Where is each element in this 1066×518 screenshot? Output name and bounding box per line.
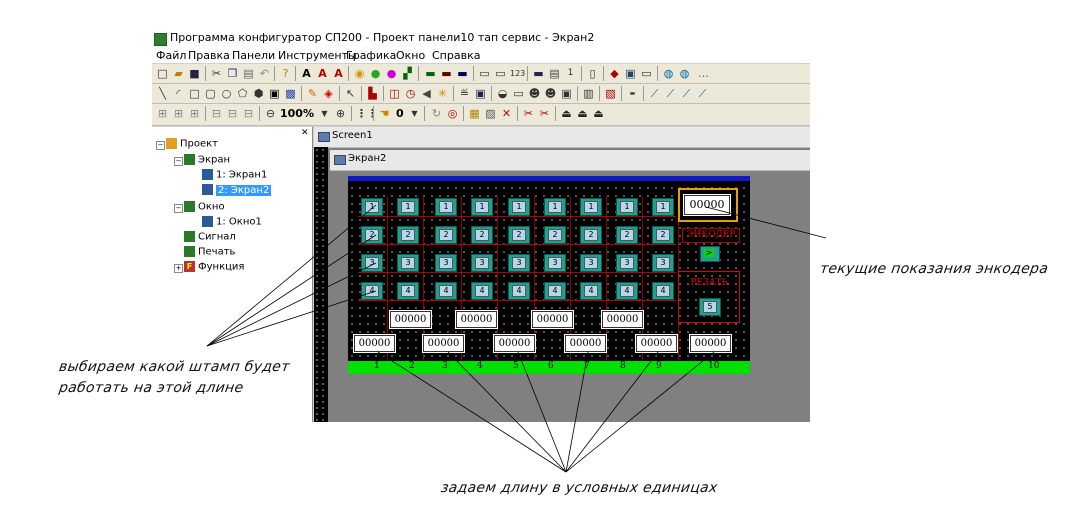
- length-pointer-line: [565, 351, 589, 473]
- length-pointer-line: [447, 351, 567, 473]
- stamp-pointer-line: [206, 234, 377, 347]
- encoder-note: текущие показания энкодера: [818, 261, 1050, 277]
- stamp-note-line1: выбираем какой штамп будет: [57, 359, 291, 375]
- stamp-pointer-line: [206, 290, 377, 347]
- length-pointer-line: [565, 351, 715, 473]
- encoder-pointer-line: [705, 206, 827, 239]
- stamp-note-line2: работать на этой длине: [57, 380, 245, 396]
- length-pointer-line: [377, 351, 567, 473]
- length-note: задаем длину в условных единицах: [439, 480, 719, 496]
- length-pointer-line: [565, 351, 659, 473]
- length-pointer-line: [517, 351, 567, 473]
- annotation-lines: [206, 204, 827, 473]
